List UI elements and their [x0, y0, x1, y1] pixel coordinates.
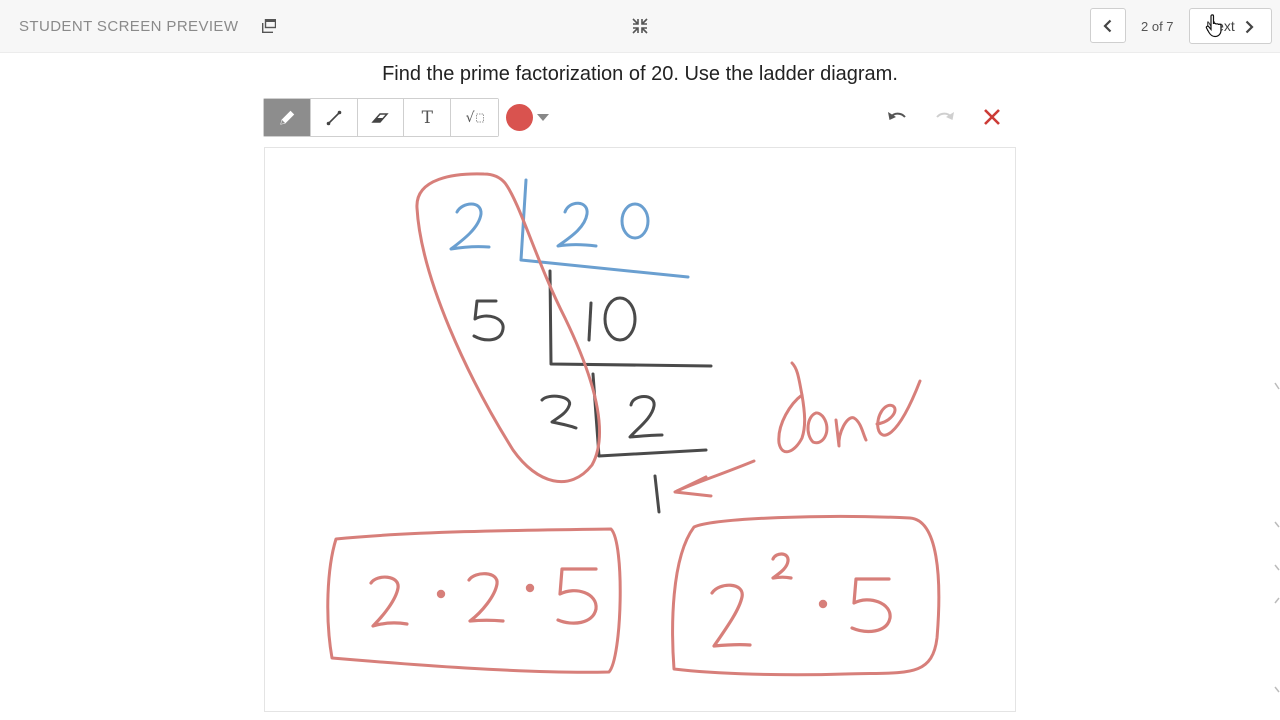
- chevron-left-icon: [1103, 19, 1112, 33]
- preview-label: STUDENT SCREEN PREVIEW: [19, 18, 239, 35]
- drawing-toolbar: T √: [263, 98, 499, 137]
- drawing-canvas[interactable]: [264, 147, 1016, 712]
- ladder-row-1: [449, 178, 690, 279]
- top-bar: STUDENT SCREEN PREVIEW 2 of 7 Next: [0, 0, 1280, 53]
- line-tool-button[interactable]: [310, 99, 358, 136]
- eraser-tool-button[interactable]: [357, 99, 405, 136]
- line-icon: [326, 110, 341, 125]
- pencil-tool-button[interactable]: [264, 99, 311, 136]
- clear-canvas-icon[interactable]: [983, 108, 1001, 126]
- redo-icon[interactable]: [935, 109, 955, 127]
- text-tool-glyph: T: [421, 107, 433, 128]
- page-indicator: 2 of 7: [1141, 19, 1174, 34]
- math-tool-button[interactable]: √: [451, 99, 498, 136]
- handwriting-layer: [326, 172, 941, 677]
- annotations: [326, 172, 941, 677]
- answer-exponent: [710, 552, 892, 648]
- chevron-right-icon: [1245, 20, 1254, 34]
- pencil-icon: [280, 110, 295, 125]
- caret-down-icon[interactable]: [537, 114, 549, 122]
- undo-icon[interactable]: [887, 109, 907, 127]
- eraser-icon: [371, 112, 390, 123]
- right-edge-marks: [1274, 382, 1280, 693]
- answer-expanded: [369, 567, 598, 628]
- question-prompt: Find the prime factorization of 20. Use …: [382, 63, 898, 85]
- math-tool-glyph: √: [465, 109, 475, 126]
- text-tool-button[interactable]: T: [404, 99, 452, 136]
- collapse-icon[interactable]: [632, 18, 648, 34]
- popout-icon[interactable]: [262, 19, 276, 33]
- next-button[interactable]: Next: [1189, 8, 1272, 44]
- previous-button[interactable]: [1090, 8, 1126, 43]
- color-picker-swatch[interactable]: [506, 104, 533, 131]
- math-box-icon: [475, 113, 484, 122]
- hand-cursor-icon: [1205, 14, 1222, 38]
